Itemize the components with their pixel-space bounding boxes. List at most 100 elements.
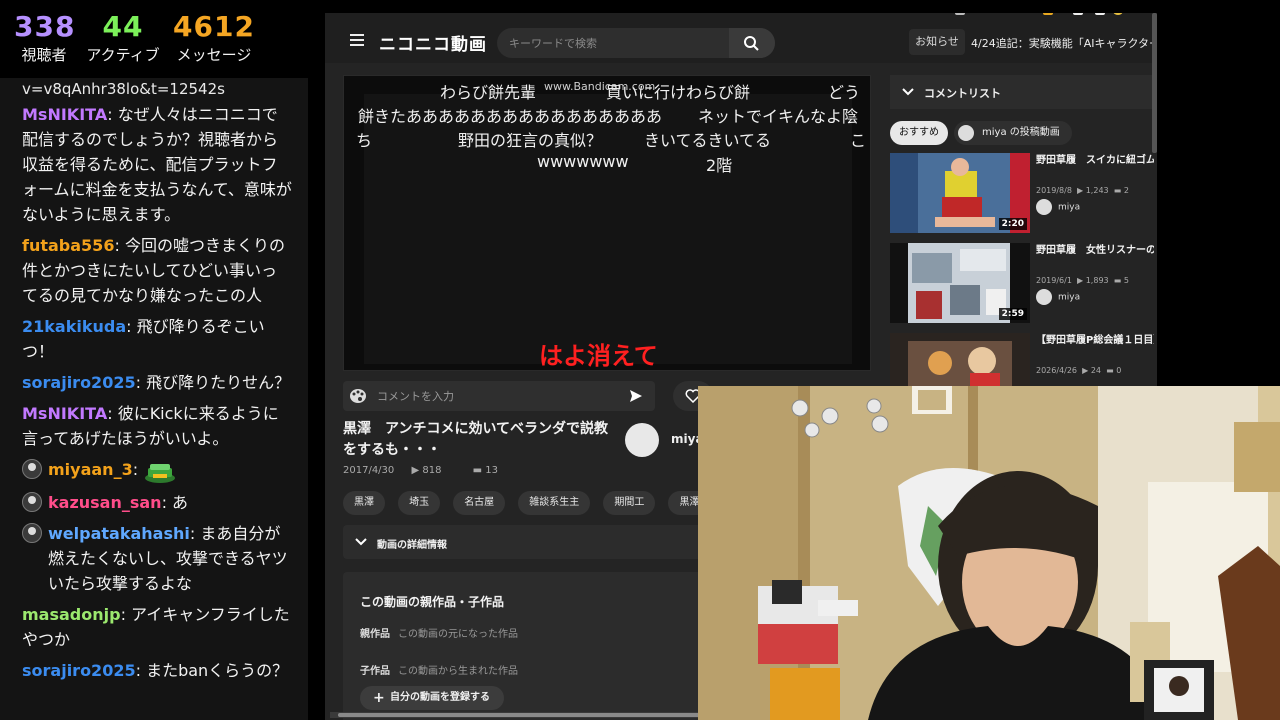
danmaku-comment: 野田の狂言の真似？ bbox=[458, 131, 603, 150]
search-icon bbox=[744, 36, 759, 51]
chat-username[interactable]: kazusan_san bbox=[48, 493, 162, 512]
tab-recommend[interactable]: おすすめ bbox=[890, 121, 948, 145]
search-input[interactable] bbox=[509, 34, 719, 52]
viewer-count-value: 338 bbox=[14, 10, 76, 43]
related-video-meta: 2019/6/1 ▶ 1,893 ▬ 5 bbox=[1036, 276, 1129, 285]
notification-icon[interactable] bbox=[955, 13, 965, 15]
avatar bbox=[958, 125, 974, 141]
chat-message: 21kakikuda: 飛び降りるぞこいつ！ bbox=[22, 317, 265, 361]
tab-owner-videos[interactable]: miya の投稿動画 bbox=[954, 121, 1072, 145]
cash-emote-icon bbox=[145, 463, 176, 483]
chat-username[interactable]: sorajiro2025 bbox=[22, 373, 136, 392]
chat-username[interactable]: MsNIKITA bbox=[22, 404, 107, 423]
chat-message: MsNIKITA: なぜ人々はニコニコで配信するのでしょうか？視聴者から収益を得… bbox=[22, 105, 292, 224]
child-work-value: この動画から生まれた作品 bbox=[398, 666, 518, 677]
premium-icon[interactable] bbox=[1043, 13, 1053, 15]
chat-username[interactable]: futaba556 bbox=[22, 236, 114, 255]
chat-message: welpatakahashi: まあ自分が燃えたくないし、攻撃できるヤツいたら攻… bbox=[0, 519, 308, 600]
chat-message-text: あ bbox=[172, 492, 189, 512]
child-work-row: 子作品 この動画から生まれた作品 bbox=[360, 662, 518, 677]
header-icon-row bbox=[945, 13, 1125, 19]
related-video-comments: 2 bbox=[1123, 186, 1129, 195]
chat-message: miyaan_3: bbox=[0, 455, 308, 488]
related-video-date: 2026/4/26 bbox=[1036, 366, 1078, 375]
danmaku-big-comment: はよ消えて bbox=[539, 342, 658, 370]
plus-icon: + bbox=[373, 690, 385, 706]
message-count-value: 4612 bbox=[173, 10, 255, 43]
tag[interactable]: 名古屋 bbox=[453, 491, 506, 515]
register-video-button[interactable]: + 自分の動画を登録する bbox=[360, 686, 504, 710]
danmaku-comment: 買いに行けわらび餅 bbox=[606, 83, 751, 102]
chat-message: sorajiro2025: 飛び降りたりせん？ bbox=[22, 373, 291, 392]
family-title: この動画の親作品・子作品 bbox=[360, 595, 505, 609]
active-count-label: アクティブ bbox=[86, 46, 160, 64]
comment-list-label: コメントリスト bbox=[924, 87, 1001, 100]
related-video-views: 24 bbox=[1090, 366, 1101, 375]
parent-work-row: 親作品 この動画の元になった作品 bbox=[360, 625, 518, 640]
settings-icon[interactable] bbox=[1095, 13, 1105, 15]
danmaku-comment: 餅きたああああああああああああああああ bbox=[358, 107, 663, 126]
parent-work-value: この動画の元になった作品 bbox=[398, 629, 518, 640]
related-video[interactable]: 2:59 野田草履 女性リスナーのドア破壊 2019/6/1 ▶ 1,893 ▬… bbox=[890, 243, 1157, 325]
site-logo[interactable]: ニコニコ動画 bbox=[379, 30, 487, 55]
related-video-title: 野田草履 女性リスナーのドア破壊 bbox=[1036, 245, 1154, 256]
chat-message: sorajiro2025: またbanくらうの？ bbox=[22, 660, 289, 680]
child-work-key: 子作品 bbox=[360, 666, 390, 677]
bell-icon[interactable] bbox=[1073, 13, 1083, 15]
related-video-meta: 2026/4/26 ▶ 24 ▬ 0 bbox=[1036, 366, 1122, 375]
chat-url-fragment: v=v8qAnhr38lo&t=12542s bbox=[22, 80, 225, 98]
chat-panel: 338 視聴者 44 アクティブ 4612 メッセージ v=v8qAnhr38l… bbox=[0, 0, 308, 720]
chat-username[interactable]: masadonjp bbox=[22, 605, 121, 624]
related-video-title: 【野田草履P総会議１日目】保田（横山緑）、今度は bbox=[1036, 335, 1154, 346]
danmaku-comment: こ bbox=[850, 131, 867, 150]
chat-username[interactable]: 21kakikuda bbox=[22, 317, 126, 336]
tag[interactable]: 埼玉 bbox=[398, 491, 441, 515]
chat-username[interactable]: miyaan_3 bbox=[48, 460, 133, 479]
tag[interactable]: 黒澤 bbox=[343, 491, 385, 515]
related-video-meta: 2019/8/8 ▶ 1,243 ▬ 2 bbox=[1036, 186, 1129, 195]
header-bar: ニコニコ動画 お知らせ 4/24追記：実験機能「AIキャラクター bbox=[325, 13, 1157, 63]
comment-list-toggle[interactable]: コメントリスト bbox=[890, 75, 1157, 109]
comment-input-bar bbox=[343, 381, 655, 411]
news-ticker[interactable]: 4/24追記：実験機能「AIキャラクター bbox=[971, 35, 1157, 51]
notice-button[interactable]: お知らせ bbox=[909, 29, 965, 55]
palette-icon[interactable] bbox=[349, 388, 367, 404]
related-video-views: 1,893 bbox=[1085, 276, 1109, 285]
register-video-label: 自分の動画を登録する bbox=[390, 692, 490, 703]
chat-username[interactable]: MsNIKITA bbox=[22, 105, 107, 124]
search-button[interactable] bbox=[729, 28, 775, 58]
owner-avatar[interactable] bbox=[625, 423, 659, 457]
video-thumbnail: 2:59 bbox=[890, 243, 1030, 323]
send-icon[interactable] bbox=[629, 389, 643, 403]
vertical-scrollbar[interactable] bbox=[1152, 13, 1157, 153]
video-thumbnail: 2:20 bbox=[890, 153, 1030, 233]
avatar bbox=[1036, 289, 1052, 305]
search-box bbox=[497, 28, 775, 58]
chat-message: MsNIKITA: 彼にKickに来るように言ってあげたほうがいいよ。 bbox=[22, 404, 279, 448]
active-count-value: 44 bbox=[102, 10, 144, 43]
chat-message: kazusan_san: あ bbox=[0, 488, 308, 519]
related-video[interactable]: 2:20 野田草履 スイカに紐ゴムて 800本巻きつけたと 2019/8/8 ▶… bbox=[890, 153, 1157, 235]
message-count-label: メッセージ bbox=[176, 46, 252, 64]
related-video-comments: 5 bbox=[1123, 276, 1129, 285]
chat-message-text: またbanくらうの？ bbox=[146, 660, 289, 680]
chat-message: futaba556: 今回の嘘つきまくりの件とかつきにたいしてひどい事いってるの… bbox=[22, 236, 285, 305]
webcam-overlay bbox=[698, 386, 1280, 720]
video-frame bbox=[364, 94, 852, 364]
chevron-down-icon bbox=[355, 538, 367, 546]
parent-work-key: 親作品 bbox=[360, 629, 390, 640]
related-video-owner-name: miya bbox=[1058, 202, 1081, 213]
comment-input[interactable] bbox=[377, 387, 617, 405]
user-badge-icon bbox=[22, 522, 42, 543]
tag[interactable]: 期間工 bbox=[603, 491, 656, 515]
tag[interactable]: 雑談系生主 bbox=[518, 491, 591, 515]
avatar[interactable] bbox=[1113, 13, 1123, 15]
avatar bbox=[1036, 199, 1052, 215]
video-date: 2017/4/30 bbox=[343, 465, 395, 476]
danmaku-comment: ち bbox=[356, 131, 373, 150]
video-player[interactable]: www.Bandicam.com わらび餅先輩 買いに行けわらび餅 どう 餅きた… bbox=[343, 75, 871, 371]
chat-username[interactable]: welpatakahashi bbox=[48, 524, 190, 543]
danmaku-comment: ネットでイキんなよ陰 bbox=[698, 107, 859, 126]
menu-icon[interactable] bbox=[350, 34, 364, 46]
chat-username[interactable]: sorajiro2025 bbox=[22, 661, 136, 680]
